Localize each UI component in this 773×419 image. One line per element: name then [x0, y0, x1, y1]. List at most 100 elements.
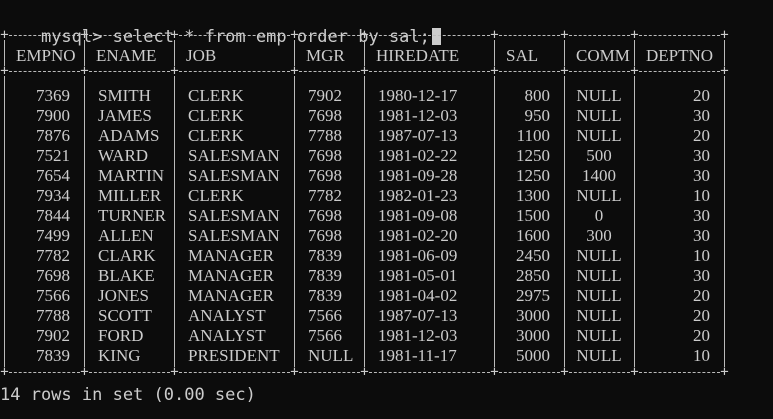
cell-hiredate: 1981-12-03 — [378, 326, 458, 345]
cell-sal: 1100 — [516, 126, 550, 145]
cell-hiredate: 1981-09-28 — [378, 166, 458, 185]
cell-sal: 1300 — [516, 186, 550, 205]
cell-sal: 1600 — [516, 226, 550, 245]
column-header-comm: COMM — [576, 46, 630, 65]
table-column-divider — [564, 76, 565, 367]
cell-empno: 7654 — [36, 166, 70, 185]
cell-comm: NULL — [576, 246, 622, 265]
table-border-segment — [9, 35, 80, 36]
cell-job: SALESMAN — [188, 226, 280, 245]
cell-deptno: 10 — [693, 346, 710, 365]
cell-empno: 7876 — [36, 126, 70, 145]
cell-sal: 2975 — [516, 286, 550, 305]
cell-mgr: 7566 — [308, 326, 342, 345]
table-border-segment — [299, 35, 360, 36]
cell-deptno: 20 — [693, 126, 710, 145]
table-border-segment — [639, 71, 720, 72]
cell-ename: JONES — [98, 286, 150, 305]
cell-comm: NULL — [576, 326, 622, 345]
column-header-job: JOB — [186, 46, 217, 65]
cell-mgr: 7788 — [308, 126, 342, 145]
cell-comm: 1400 — [582, 166, 616, 185]
cell-job: CLERK — [188, 186, 244, 205]
cell-comm: 300 — [586, 226, 612, 245]
table-border-segment — [639, 35, 720, 36]
terminal-window[interactable]: mysql> select * from emp order by sal; +… — [0, 0, 773, 419]
cell-mgr: 7839 — [308, 246, 342, 265]
cell-empno: 7844 — [36, 206, 70, 225]
cell-deptno: 20 — [693, 306, 710, 325]
cell-job: MANAGER — [188, 246, 274, 265]
cell-sal: 2450 — [516, 246, 550, 265]
cell-hiredate: 1981-04-02 — [378, 286, 458, 305]
cell-sal: 800 — [524, 86, 551, 105]
cell-job: CLERK — [188, 126, 244, 145]
table-border-corner: + — [290, 364, 299, 380]
cell-deptno: 20 — [693, 326, 710, 345]
table-column-divider — [634, 76, 635, 367]
cell-mgr: 7902 — [308, 86, 342, 105]
cell-comm: NULL — [576, 186, 622, 205]
table-border-line: + + + + + + + + + — [0, 28, 773, 42]
cell-hiredate: 1981-11-17 — [378, 346, 457, 365]
table-border-segment — [499, 35, 560, 36]
cell-comm: NULL — [576, 126, 622, 145]
table-border-segment — [569, 35, 630, 36]
table-border-corner: + — [170, 364, 179, 380]
cell-comm: 0 — [594, 206, 604, 225]
cell-ename: SCOTT — [98, 306, 152, 325]
table-border-segment — [179, 71, 290, 72]
cell-job: SALESMAN — [188, 206, 280, 225]
cell-job: PRESIDENT — [188, 346, 280, 365]
cell-comm: 500 — [586, 146, 612, 165]
cell-ename: FORD — [98, 326, 144, 345]
table-border-segment — [299, 372, 360, 373]
cell-empno: 7900 — [36, 106, 70, 125]
cell-ename: WARD — [98, 146, 149, 165]
cell-job: MANAGER — [188, 266, 274, 285]
table-column-divider — [294, 76, 295, 367]
cell-deptno: 30 — [693, 206, 710, 225]
cell-deptno: 20 — [693, 286, 710, 305]
table-column-divider — [174, 40, 175, 66]
table-border-segment — [179, 35, 290, 36]
cell-ename: BLAKE — [98, 266, 155, 285]
cell-ename: CLARK — [98, 246, 156, 265]
cell-mgr: 7566 — [308, 306, 342, 325]
table-column-divider — [364, 40, 365, 66]
cell-ename: SMITH — [98, 86, 151, 105]
table-border-segment — [569, 372, 630, 373]
cell-sal: 950 — [524, 106, 551, 125]
table-column-divider — [294, 40, 295, 66]
table-border-segment — [299, 71, 360, 72]
cell-deptno: 30 — [693, 266, 710, 285]
cell-sal: 1250 — [516, 166, 550, 185]
cell-mgr: 7698 — [308, 166, 342, 185]
table-border-segment — [639, 372, 720, 373]
cell-sal: 5000 — [516, 346, 550, 365]
cell-empno: 7934 — [36, 186, 70, 205]
cell-empno: 7902 — [36, 326, 70, 345]
cell-hiredate: 1980-12-17 — [378, 86, 458, 105]
table-column-divider — [634, 40, 635, 66]
cell-comm: NULL — [576, 266, 622, 285]
column-header-hiredate: HIREDATE — [376, 46, 460, 65]
table-border-segment — [89, 35, 170, 36]
cell-hiredate: 1987-07-13 — [378, 126, 458, 145]
table-column-divider — [364, 76, 365, 367]
table-border-segment — [499, 372, 560, 373]
cell-deptno: 10 — [693, 186, 710, 205]
cell-deptno: 30 — [693, 226, 710, 245]
table-column-divider — [724, 40, 725, 66]
cell-ename: JAMES — [98, 106, 152, 125]
cell-comm: NULL — [576, 86, 622, 105]
cell-mgr: 7698 — [308, 206, 342, 225]
table-border-line: + + + + + + + + + — [0, 365, 773, 379]
cell-comm: NULL — [576, 286, 622, 305]
table-border-segment — [89, 372, 170, 373]
table-column-divider — [494, 76, 495, 367]
cell-deptno: 30 — [693, 106, 710, 125]
command-prompt: mysql> select * from emp order by sal; — [0, 4, 441, 47]
cell-empno: 7698 — [36, 266, 70, 285]
cell-empno: 7782 — [36, 246, 70, 265]
